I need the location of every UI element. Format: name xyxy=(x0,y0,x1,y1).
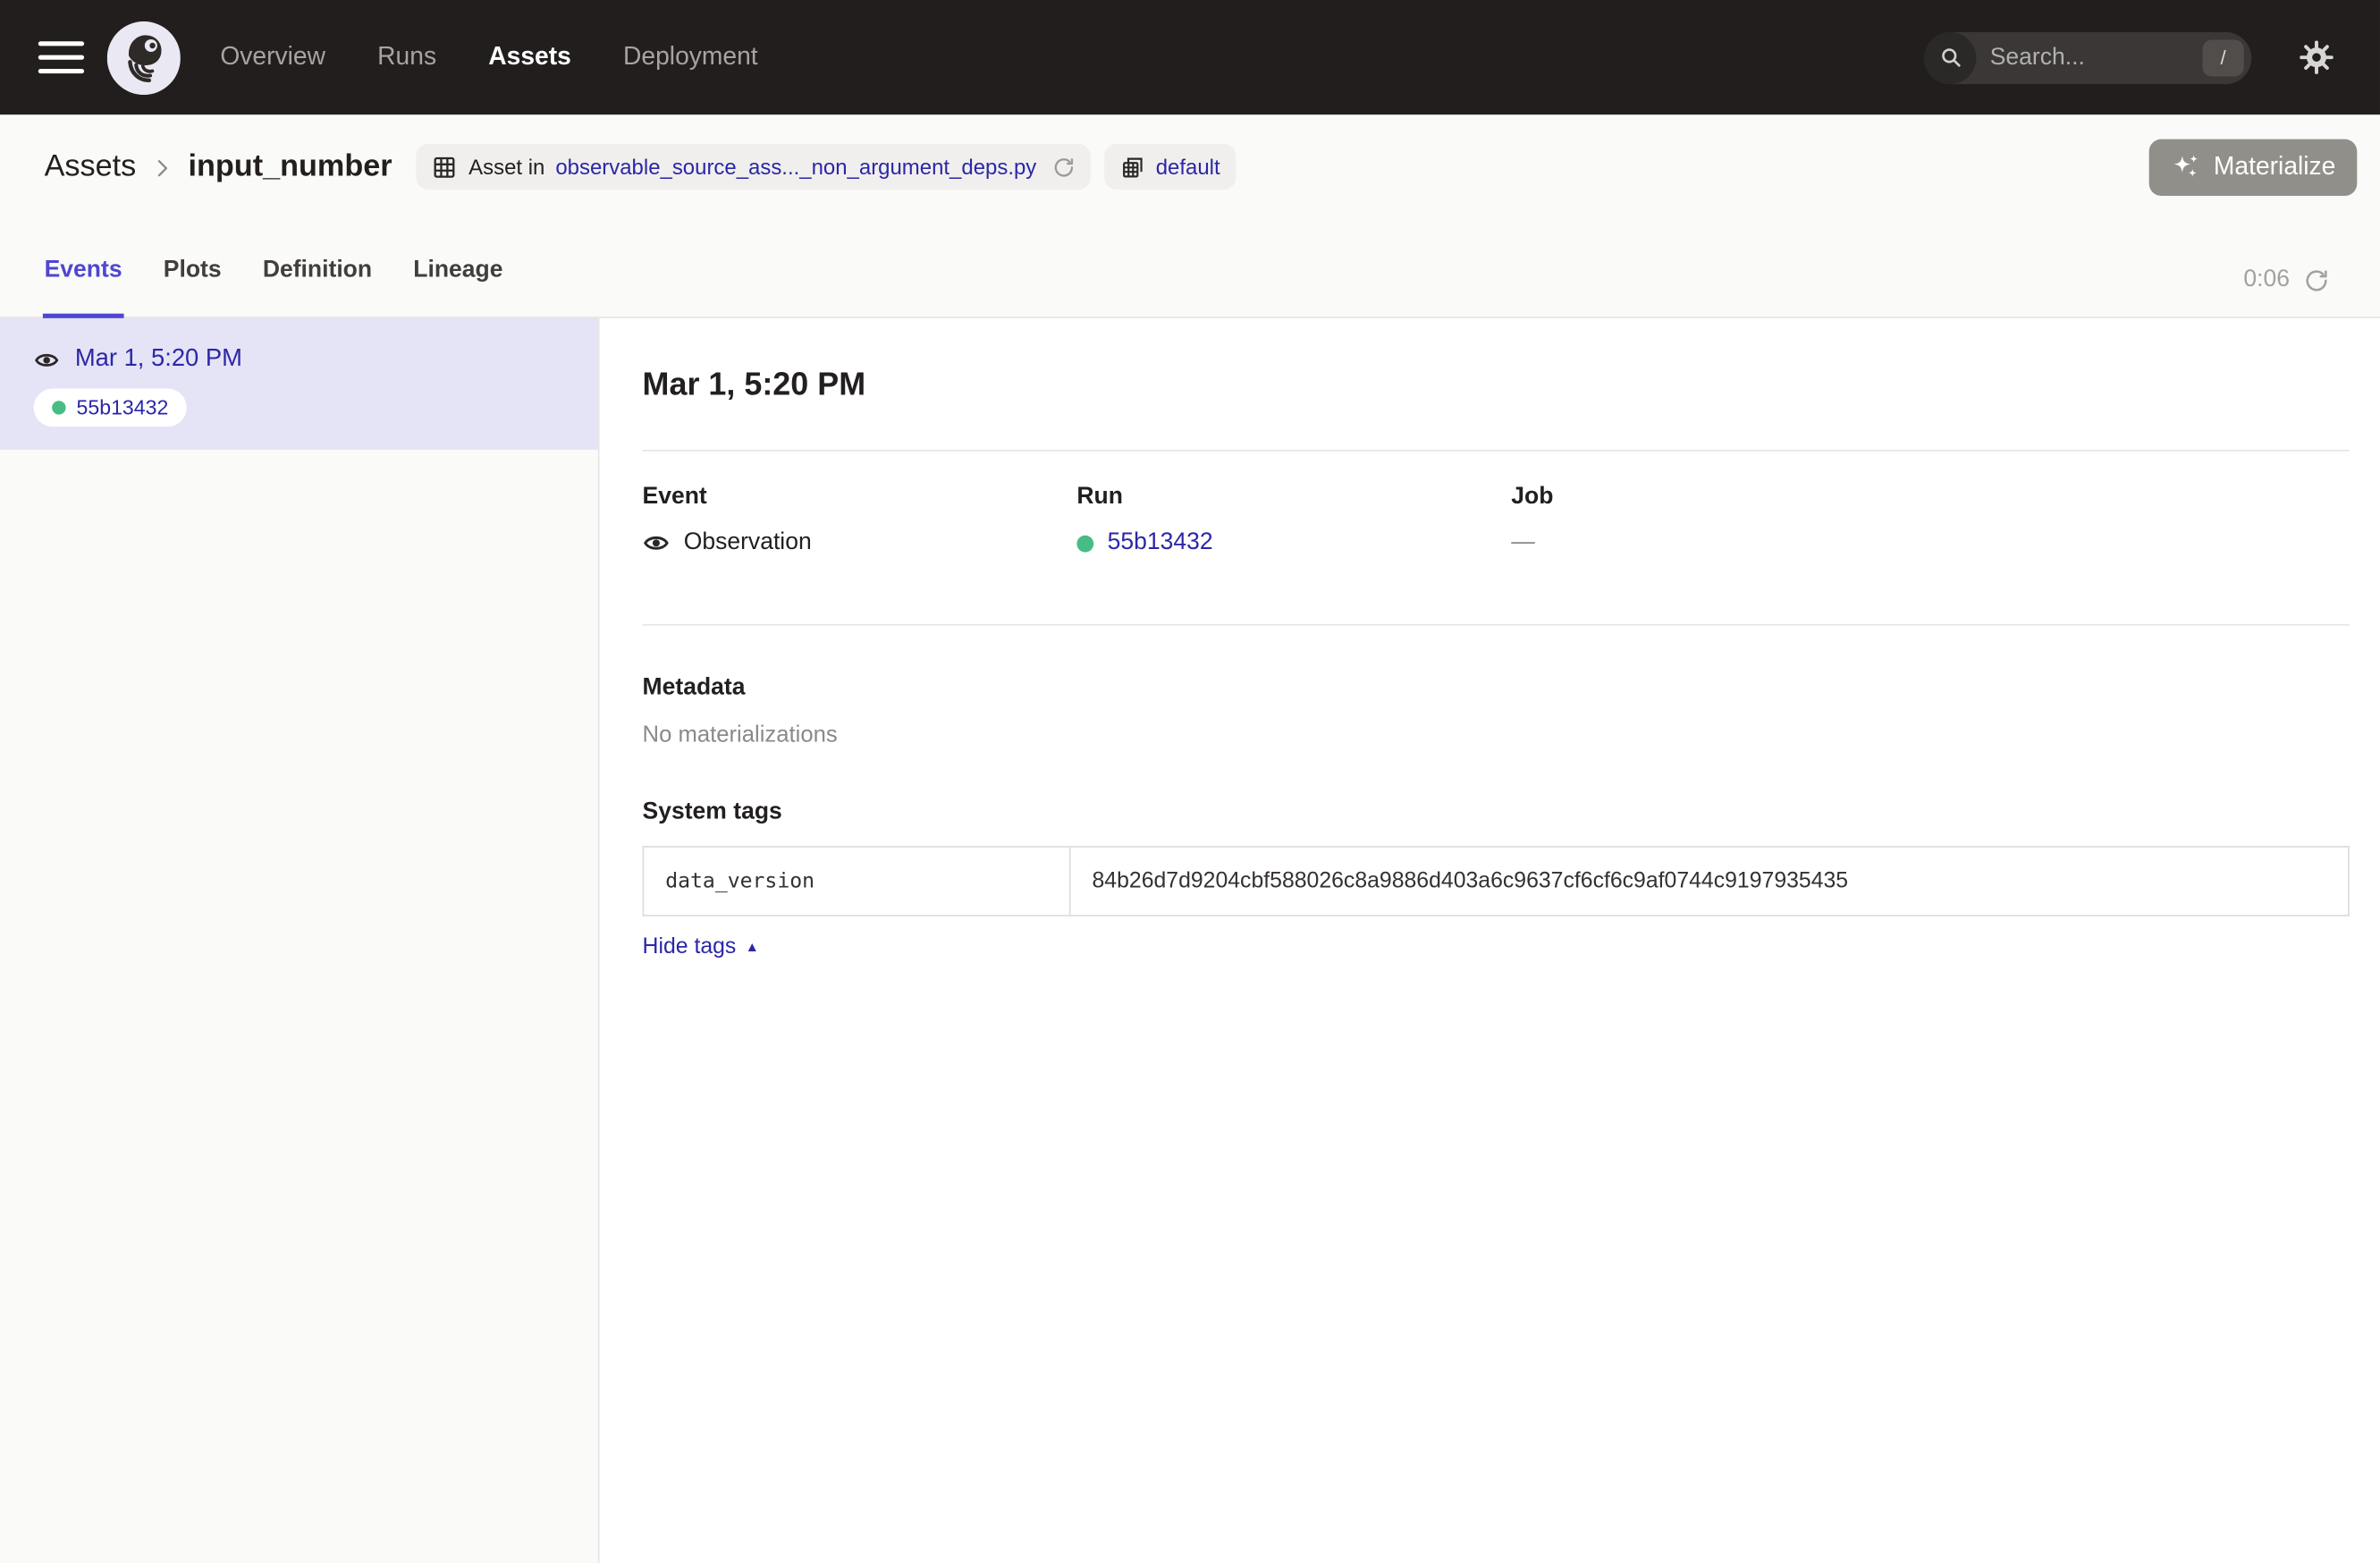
search-input[interactable] xyxy=(1976,44,2202,72)
tab-lineage[interactable]: Lineage xyxy=(413,257,502,317)
system-tags-heading: System tags xyxy=(643,798,2350,826)
refresh-countdown: 0:06 xyxy=(2243,266,2290,294)
breadcrumb-assets-link[interactable]: Assets xyxy=(45,149,137,184)
search-bar[interactable]: / xyxy=(1924,31,2251,83)
job-empty-value: — xyxy=(1511,529,1535,557)
asset-in-label: Asset in xyxy=(468,155,544,179)
asset-file-link[interactable]: observable_source_ass..._non_argument_de… xyxy=(555,155,1036,179)
divider xyxy=(643,624,2350,626)
event-summary-row: Event Observation Run 55b13432 xyxy=(643,484,2350,557)
content: Mar 1, 5:20 PM 55b13432 Mar 1, 5:20 PM E… xyxy=(0,318,2380,1563)
tabs-row: Events Plots Definition Lineage 0:06 xyxy=(0,194,2380,318)
nav-item-deployment[interactable]: Deployment xyxy=(623,43,758,72)
gear-icon[interactable] xyxy=(2298,38,2336,77)
page-header: Assets input_number Asset in observable_… xyxy=(0,114,2380,318)
dagster-app: Overview Runs Assets Deployment / xyxy=(0,0,2380,1563)
repository-default-link[interactable]: default xyxy=(1156,155,1220,179)
run-id-pill[interactable]: 55b13432 xyxy=(34,389,187,427)
menu-icon[interactable] xyxy=(38,41,84,73)
tag-value-cell: 84b26d7d9204cbf588026c8a9886d403a6c9637c… xyxy=(1070,847,2349,916)
event-type-value: Observation xyxy=(684,529,812,557)
tab-definition[interactable]: Definition xyxy=(263,257,372,317)
table-row: data_version 84b26d7d9204cbf588026c8a988… xyxy=(643,847,2349,916)
event-column-label: Event xyxy=(643,484,1077,511)
metadata-heading: Metadata xyxy=(643,674,2350,702)
search-shortcut-key: / xyxy=(2203,39,2244,76)
event-detail-panel: Mar 1, 5:20 PM Event Observation Run xyxy=(600,318,2380,1563)
event-timestamp: Mar 1, 5:20 PM xyxy=(75,346,242,374)
reload-icon[interactable] xyxy=(1051,156,1075,179)
refresh-icon[interactable] xyxy=(2303,267,2329,293)
eye-icon xyxy=(34,346,60,372)
nav-item-runs[interactable]: Runs xyxy=(377,43,436,72)
event-detail-title: Mar 1, 5:20 PM xyxy=(643,368,2350,404)
caret-up-icon: ▲ xyxy=(746,940,759,953)
nav-item-assets[interactable]: Assets xyxy=(488,43,571,72)
run-status-dot xyxy=(1076,535,1093,552)
tabs: Events Plots Definition Lineage xyxy=(45,257,503,317)
run-column-label: Run xyxy=(1076,484,1511,511)
event-list-sidebar: Mar 1, 5:20 PM 55b13432 xyxy=(0,318,600,1563)
nav-right: / xyxy=(1924,31,2335,83)
run-id: 55b13432 xyxy=(77,396,169,419)
materialize-button[interactable]: Materialize xyxy=(2149,139,2357,195)
hide-tags-link[interactable]: Hide tags ▲ xyxy=(643,934,759,959)
chevron-right-icon xyxy=(150,156,174,181)
top-nav: Overview Runs Assets Deployment / xyxy=(0,0,2380,114)
nav-item-overview[interactable]: Overview xyxy=(220,43,325,72)
table-grid-icon xyxy=(432,154,458,180)
tag-key-cell: data_version xyxy=(643,847,1069,916)
workspace-grid-icon xyxy=(1119,154,1145,180)
sparkle-icon xyxy=(2171,151,2201,182)
eye-icon xyxy=(643,529,671,557)
event-list-item[interactable]: Mar 1, 5:20 PM 55b13432 xyxy=(0,318,598,450)
refresh-area: 0:06 xyxy=(2243,266,2329,317)
run-id-link[interactable]: 55b13432 xyxy=(1108,529,1213,557)
dagster-octopus-logo-icon[interactable] xyxy=(107,21,181,94)
metadata-empty-message: No materializations xyxy=(643,722,2350,748)
asset-definition-badge: Asset in observable_source_ass..._non_ar… xyxy=(417,144,1090,190)
job-column-label: Job xyxy=(1511,484,1945,511)
repository-badge: default xyxy=(1104,144,1236,190)
breadcrumb: Assets input_number Asset in observable_… xyxy=(0,114,2380,194)
nav-links: Overview Runs Assets Deployment xyxy=(220,43,757,72)
page-title: input_number xyxy=(188,149,392,184)
system-tags-table: data_version 84b26d7d9204cbf588026c8a988… xyxy=(643,846,2350,917)
tab-plots[interactable]: Plots xyxy=(164,257,222,317)
divider xyxy=(643,450,2350,452)
tab-events[interactable]: Events xyxy=(45,257,122,317)
run-status-dot xyxy=(52,401,65,414)
search-icon xyxy=(1924,31,1976,83)
